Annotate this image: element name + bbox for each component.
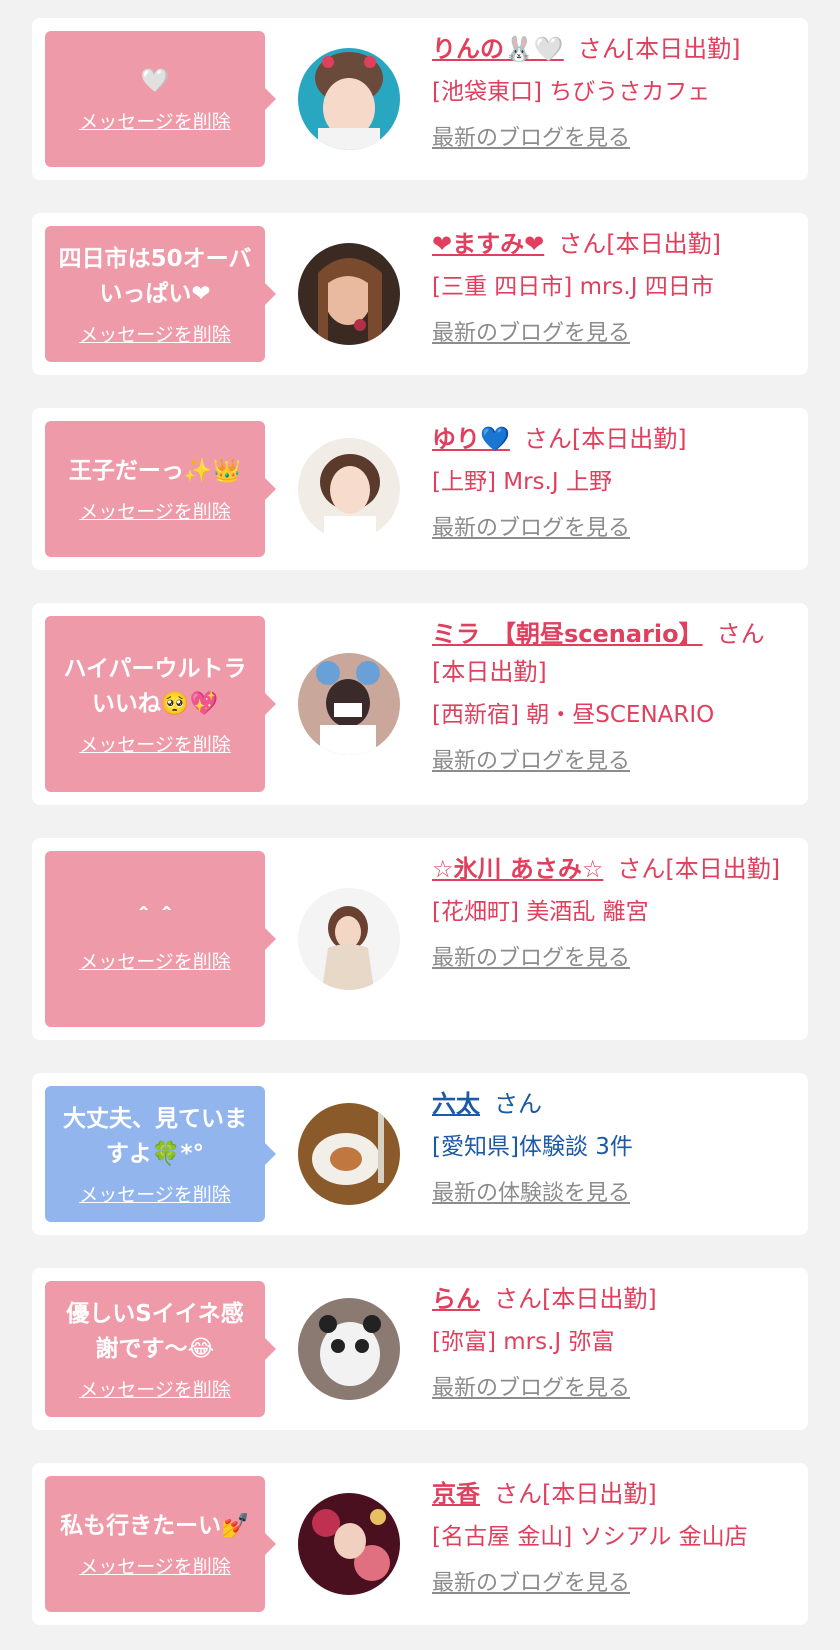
profile-info: らん さん[本日出勤] [弥富] mrs.J 弥富 最新のブログを見る	[432, 1280, 792, 1406]
latest-blog-link[interactable]: 最新のブログを見る	[432, 512, 792, 546]
profile-info: ☆氷川 あさみ☆ さん[本日出勤] [花畑町] 美酒乱 離宮 最新のブログを見る	[432, 850, 792, 976]
shop-text: [西新宿] 朝・昼SCENARIO	[432, 702, 715, 728]
shop-text: [弥富] mrs.J 弥富	[432, 1329, 615, 1355]
message-bubble: ＾＾ メッセージを削除	[45, 851, 276, 1027]
message-bubble: 王子だーっ✨👑 メッセージを削除	[45, 421, 276, 557]
latest-blog-link[interactable]: 最新のブログを見る	[432, 745, 792, 779]
status-text: さん	[494, 1090, 542, 1118]
profile-info: 京香 さん[本日出勤] [名古屋 金山] ソシアル 金山店 最新のブログを見る	[432, 1475, 792, 1601]
profile-info: ❤ますみ❤ さん[本日出勤] [三重 四日市] mrs.J 四日市 最新のブログを…	[432, 225, 792, 351]
shop-text: [名古屋 金山] ソシアル 金山店	[432, 1524, 748, 1550]
latest-blog-link[interactable]: 最新のブログを見る	[432, 317, 792, 351]
status-text: さん[本日出勤]	[523, 425, 687, 453]
status-text: さん[本日出勤]	[494, 1480, 657, 1508]
status-text: さん[本日出勤]	[494, 1285, 657, 1313]
delete-message-link[interactable]: メッセージを削除	[79, 1375, 231, 1402]
delete-message-link[interactable]: メッセージを削除	[79, 730, 231, 757]
message-text: 🤍	[140, 68, 170, 94]
avatar[interactable]	[298, 1103, 400, 1205]
shop-text: [花畑町] 美酒乱 離宮	[432, 899, 649, 925]
avatar[interactable]	[298, 438, 400, 540]
avatar[interactable]	[298, 653, 400, 755]
delete-message-link[interactable]: メッセージを削除	[79, 1552, 231, 1579]
status-text: さん[本日出勤]	[577, 35, 741, 63]
message-text: 私も行きたーい💅	[60, 1513, 250, 1539]
delete-message-link[interactable]: メッセージを削除	[79, 320, 231, 347]
profile-info: りんの🐰🤍 さん[本日出勤] [池袋東口] ちびうさカフェ 最新のブログを見る	[432, 30, 792, 156]
message-bubble: 四日市は50オーバ いっぱい❤ メッセージを削除	[45, 226, 276, 362]
profile-name-link[interactable]: 六太	[432, 1090, 480, 1118]
delete-message-link[interactable]: メッセージを削除	[79, 497, 231, 524]
message-text: ハイパーウルトラ いいね🥺💖	[63, 655, 247, 717]
message-text: 優しいSイイネ感 謝です〜😂	[66, 1300, 244, 1362]
profile-info: ゆり💙 さん[本日出勤] [上野] Mrs.J 上野 最新のブログを見る	[432, 420, 792, 546]
message-card: 優しいSイイネ感 謝です〜😂 メッセージを削除 らん さん[本日出勤] [弥富] …	[32, 1268, 808, 1430]
profile-name-link[interactable]: ☆氷川 あさみ☆	[432, 855, 603, 883]
message-bubble: 大丈夫、見ていま すよ🍀*° メッセージを削除	[45, 1086, 276, 1222]
latest-blog-link[interactable]: 最新のブログを見る	[432, 122, 792, 156]
shop-text: [三重 四日市] mrs.J 四日市	[432, 274, 714, 300]
latest-blog-link[interactable]: 最新のブログを見る	[432, 1372, 792, 1406]
message-card: 四日市は50オーバ いっぱい❤ メッセージを削除 ❤ますみ❤ さん[本日出勤] […	[32, 213, 808, 375]
latest-blog-link[interactable]: 最新のブログを見る	[432, 942, 792, 976]
avatar[interactable]	[298, 48, 400, 150]
message-bubble: ハイパーウルトラ いいね🥺💖 メッセージを削除	[45, 616, 276, 792]
latest-review-link[interactable]: 最新の体験談を見る	[432, 1177, 792, 1211]
profile-name-link[interactable]: りんの🐰🤍	[432, 35, 564, 63]
message-card: ハイパーウルトラ いいね🥺💖 メッセージを削除 ミラ 【朝昼scenario】さ…	[32, 603, 808, 805]
message-card: 私も行きたーい💅 メッセージを削除 京香 さん[本日出勤] [名古屋 金山] ソシ…	[32, 1463, 808, 1625]
message-text: 大丈夫、見ていま すよ🍀*°	[63, 1105, 247, 1167]
shop-text: [愛知県]体験談 3件	[432, 1134, 633, 1160]
avatar[interactable]	[298, 888, 400, 990]
delete-message-link[interactable]: メッセージを削除	[79, 1180, 231, 1207]
profile-info: ミラ 【朝昼scenario】 さん[本日出勤] [西新宿] 朝・昼SCENARI…	[432, 615, 792, 779]
profile-name-link[interactable]: ❤ますみ❤	[432, 230, 544, 258]
shop-text: [上野] Mrs.J 上野	[432, 469, 612, 495]
message-card: ＾＾ メッセージを削除 ☆氷川 あさみ☆ さん[本日出勤] [花畑町] 美酒乱 離…	[32, 838, 808, 1040]
profile-name-link[interactable]: らん	[432, 1285, 480, 1313]
delete-message-link[interactable]: メッセージを削除	[79, 947, 231, 974]
message-card: 大丈夫、見ていま すよ🍀*° メッセージを削除 六太 さん [愛知県]体験談 3件…	[32, 1073, 808, 1235]
delete-message-link[interactable]: メッセージを削除	[79, 107, 231, 134]
latest-blog-link[interactable]: 最新のブログを見る	[432, 1567, 792, 1601]
message-text: 王子だーっ✨👑	[68, 458, 242, 484]
profile-name-link[interactable]: 京香	[432, 1480, 480, 1508]
avatar[interactable]	[298, 1493, 400, 1595]
profile-name-link[interactable]: ゆり💙	[432, 425, 510, 453]
profile-info: 六太 さん [愛知県]体験談 3件 最新の体験談を見る	[432, 1085, 792, 1211]
status-text: さん[本日出勤]	[617, 855, 781, 883]
message-text: 四日市は50オーバ いっぱい❤	[58, 245, 252, 307]
avatar[interactable]	[298, 243, 400, 345]
status-text: さん[本日出勤]	[558, 230, 721, 258]
message-bubble: 優しいSイイネ感 謝です〜😂 メッセージを削除	[45, 1281, 276, 1417]
message-bubble: 私も行きたーい💅 メッセージを削除	[45, 1476, 276, 1612]
message-bubble: 🤍 メッセージを削除	[45, 31, 276, 167]
avatar[interactable]	[298, 1298, 400, 1400]
message-card: 🤍 メッセージを削除 りんの🐰🤍 さん[本日出勤] [池袋東口] ちびうさカフェ …	[32, 18, 808, 180]
message-card: 王子だーっ✨👑 メッセージを削除 ゆり💙 さん[本日出勤] [上野] Mrs.J …	[32, 408, 808, 570]
message-text: ＾＾	[132, 908, 178, 934]
shop-text: [池袋東口] ちびうさカフェ	[432, 79, 711, 105]
profile-name-link[interactable]: ミラ 【朝昼scenario】	[432, 620, 703, 648]
